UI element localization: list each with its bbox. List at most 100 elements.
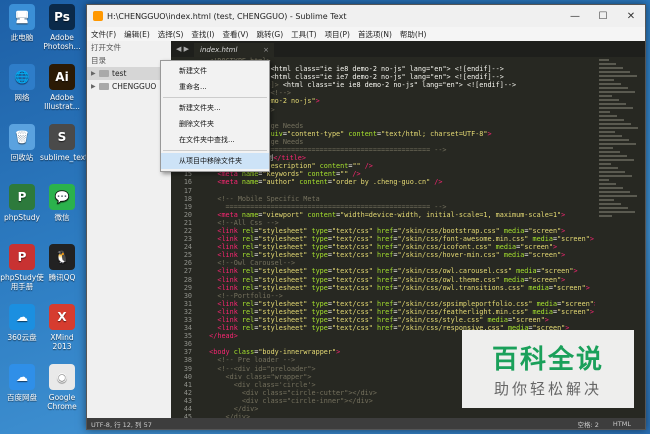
app-icon: S [49, 124, 75, 150]
desktop-icon[interactable]: 🌐 网络 [0, 64, 44, 102]
desktop-icon[interactable]: Ps Adobe Photosh... [40, 4, 84, 51]
cursor-position: UTF-8, 行 12, 列 57 [91, 420, 152, 429]
code-token: "stylesheet" [258, 283, 308, 292]
context-menu-item[interactable]: 新建文件 [161, 63, 269, 79]
open-files-header[interactable]: 打开文件 [87, 41, 171, 54]
code-token: <div class="circle-inner"></div> [201, 396, 373, 405]
app-icon: ☁ [9, 304, 35, 330]
context-menu-item[interactable]: 在文件夹中查找... [161, 132, 269, 148]
code-line[interactable]: <link rel="stylesheet" type="text/css" h… [201, 235, 595, 243]
line-number: 34 [183, 324, 192, 333]
minimap-line [599, 163, 611, 165]
desktop-icon[interactable]: Ssublime_text [40, 124, 88, 162]
code-line[interactable]: <link rel="stylesheet" type="text/css" h… [201, 276, 595, 284]
code-token: <link [201, 283, 242, 292]
expand-arrow-icon[interactable]: ▶ [91, 70, 99, 77]
minimize-button[interactable]: — [561, 5, 589, 27]
desktop-icon-label: 微信 [54, 213, 70, 222]
folder-item[interactable]: ▶ CHENGGUO [87, 80, 171, 93]
app-icon: 🖥 [9, 4, 35, 30]
expand-arrow-icon[interactable]: ▶ [91, 83, 99, 90]
code-token: media [528, 235, 553, 244]
close-button[interactable]: ✕ [617, 5, 645, 27]
code-token: media [499, 251, 525, 260]
desktop-icon[interactable]: 💬 微信 [40, 184, 84, 222]
code-line[interactable]: <link rel="stylesheet" type="text/css" h… [201, 316, 595, 324]
context-menu-item[interactable]: 从项目中移除文件夹 [161, 153, 269, 169]
code-token: <link [201, 316, 242, 324]
code-token: "text/css" [331, 299, 373, 308]
code-line[interactable]: <!-- Mobile Specific Meta [201, 195, 595, 203]
menu-item[interactable]: 编辑(E) [124, 29, 150, 40]
code-token: type [307, 267, 328, 276]
code-line[interactable]: <link rel="stylesheet" type="text/css" h… [201, 227, 595, 235]
desktop-icon[interactable]: ☁ 百度网盘 [0, 364, 44, 402]
code-token: media [499, 275, 525, 284]
code-token: > [544, 316, 549, 324]
menu-item[interactable]: 跳转(G) [256, 29, 283, 40]
minimap-line [599, 75, 637, 77]
desktop-icon[interactable]: Ai Adobe Illustrat... [40, 64, 84, 111]
desktop-icon[interactable]: 🖥 此电脑 [0, 4, 44, 42]
minimap-line [599, 215, 612, 217]
desktop-icon[interactable]: 🗑 回收站 [0, 124, 44, 162]
syntax-status[interactable]: HTML [613, 420, 631, 428]
app-icon: 💬 [49, 184, 75, 210]
code-token: "/skin/css/owl.theme.css" [397, 275, 500, 284]
context-menu-item[interactable]: 删除文件夹 [161, 116, 269, 132]
code-token: rel [241, 275, 255, 284]
code-line[interactable]: <meta name="author" content="order by .c… [201, 178, 595, 186]
tab-index-html[interactable]: index.html × [194, 43, 274, 57]
minimap-line [599, 207, 628, 209]
app-icon: 🌐 [9, 64, 35, 90]
menu-item[interactable]: 工具(T) [291, 29, 316, 40]
desktop-icon[interactable]: PphpStudy使用手册 [0, 244, 44, 291]
minimap-line [599, 95, 612, 97]
minimap-line [599, 111, 610, 113]
context-menu-item[interactable]: 新建文件夹... [161, 100, 269, 116]
desktop-icon[interactable]: X XMind 2013 [40, 304, 84, 351]
context-menu-item[interactable]: 重命名... [161, 79, 269, 95]
code-line[interactable]: <link rel="stylesheet" type="text/css" h… [201, 251, 595, 259]
code-line[interactable]: ========================================… [201, 203, 595, 211]
desktop-icon[interactable]: ◉ Google Chrome [40, 364, 84, 411]
code-line[interactable]: <link rel="stylesheet" type="text/css" h… [201, 308, 595, 316]
desktop-icon-label: 此电脑 [10, 33, 34, 42]
code-line[interactable]: <!--Portfolio--> [201, 292, 595, 300]
window-title: H:\CHENGGUO\index.html (test, CHENGGUO) … [107, 11, 347, 21]
code-line[interactable]: <link rel="stylesheet" type="text/css" h… [201, 300, 595, 308]
minimap-line [599, 151, 620, 153]
code-line[interactable]: <meta name="viewport" content="width=dev… [201, 211, 595, 219]
tab-nav-arrows[interactable]: ◀ ▶ [171, 45, 194, 57]
indentation-status[interactable]: 空格: 2 [578, 419, 599, 429]
code-token: name [241, 210, 259, 219]
menu-item[interactable]: 查找(I) [191, 29, 214, 40]
code-token: "screen" [557, 235, 590, 244]
menu-item[interactable]: 项目(P) [325, 29, 350, 40]
menu-item[interactable]: 查看(V) [222, 29, 248, 40]
code-line[interactable]: <link rel="stylesheet" type="text/css" h… [201, 284, 595, 292]
maximize-button[interactable]: ☐ [589, 5, 617, 27]
code-token: "content-type" [286, 129, 345, 138]
menu-item[interactable]: 选择(S) [158, 29, 184, 40]
app-icon: Ps [49, 4, 75, 30]
folders-header[interactable]: 目录 [87, 54, 171, 67]
minimap-line [599, 79, 614, 81]
minimap-line [599, 115, 617, 117]
folder-item[interactable]: ▶ test [87, 67, 171, 80]
minimap-line [599, 187, 623, 189]
code-line[interactable]: <link rel="stylesheet" type="text/css" h… [201, 243, 595, 251]
code-line[interactable]: <!--Owl Carousel--> [201, 259, 595, 267]
menu-item[interactable]: 文件(F) [91, 29, 116, 40]
desktop-icon[interactable]: ☁ 360云盘 [0, 304, 44, 342]
code-line[interactable]: <link rel="stylesheet" type="text/css" h… [201, 267, 595, 275]
menu-item[interactable]: 帮助(H) [400, 29, 427, 40]
code-token: "/skin/css/style.css" [397, 316, 484, 324]
code-line[interactable]: <!--All Css --> [201, 219, 595, 227]
desktop-icon[interactable]: PphpStudy [0, 184, 44, 222]
desktop-icon[interactable]: 🐧 腾讯QQ [40, 244, 84, 282]
menu-item[interactable]: 首选项(N) [358, 29, 392, 40]
code-line[interactable] [201, 187, 595, 195]
code-token: <meta [201, 210, 242, 219]
tab-close-icon[interactable]: × [263, 46, 269, 54]
